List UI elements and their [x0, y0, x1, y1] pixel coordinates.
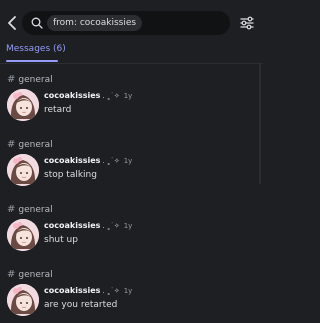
author-name[interactable]: cocoakissies: [44, 286, 100, 295]
channel-label: # general: [7, 74, 53, 85]
message-result[interactable]: # general cocoakissies. ˳˙✧ 1y retard: [0, 64, 263, 128]
message-text: stop talking: [44, 170, 97, 180]
hash-icon: #: [7, 269, 16, 280]
channel-name: general: [18, 140, 53, 150]
name-decoration: . ˳˙✧: [102, 222, 120, 230]
channel-label: # general: [7, 139, 53, 150]
message-meta: cocoakissies. ˳˙✧ 1y: [44, 156, 132, 165]
channel-name: general: [18, 205, 53, 215]
channel-label: # general: [7, 269, 53, 280]
hash-icon: #: [7, 74, 16, 85]
tab-messages[interactable]: Messages (6): [6, 44, 66, 54]
author-name[interactable]: cocoakissies: [44, 91, 100, 100]
message-results-list: # general cocoakissies. ˳˙✧ 1y retard # gen…: [0, 64, 263, 323]
timestamp: 1y: [123, 287, 133, 295]
name-decoration: . ˳˙✧: [102, 92, 120, 100]
message-text: are you retarted: [44, 300, 118, 310]
message-result[interactable]: # general cocoakissies. ˳˙✧ 1y shut up: [0, 194, 263, 258]
message-result[interactable]: # general cocoakissies. ˳˙✧ 1y are you ret…: [0, 259, 263, 323]
message-text: shut up: [44, 235, 78, 245]
message-meta: cocoakissies. ˳˙✧ 1y: [44, 286, 132, 295]
avatar[interactable]: [7, 219, 39, 251]
timestamp: 1y: [123, 92, 133, 100]
hash-icon: #: [7, 139, 16, 150]
tab-active-indicator: [6, 60, 58, 62]
chevron-left-icon[interactable]: [7, 16, 17, 30]
channel-name: general: [18, 270, 53, 280]
timestamp: 1y: [123, 222, 133, 230]
filter-sliders-icon[interactable]: [236, 12, 258, 34]
search-results-screen: from: cocoakissies Messages (6) # general: [0, 0, 263, 323]
name-decoration: . ˳˙✧: [102, 287, 120, 295]
message-meta: cocoakissies. ˳˙✧ 1y: [44, 221, 132, 230]
avatar[interactable]: [7, 154, 39, 186]
avatar[interactable]: [7, 89, 39, 121]
hash-icon: #: [7, 204, 16, 215]
message-text: retard: [44, 105, 72, 115]
timestamp: 1y: [123, 157, 133, 165]
message-result[interactable]: # general cocoakissies. ˳˙✧ 1y stop talkin…: [0, 129, 263, 193]
avatar[interactable]: [7, 284, 39, 316]
search-icon: [31, 17, 43, 29]
name-decoration: . ˳˙✧: [102, 157, 120, 165]
search-filter-chip[interactable]: from: cocoakissies: [47, 15, 143, 31]
results-tabs: Messages (6): [0, 38, 263, 64]
scrollbar[interactable]: [259, 64, 261, 184]
message-meta: cocoakissies. ˳˙✧ 1y: [44, 91, 132, 100]
search-input[interactable]: from: cocoakissies: [22, 11, 230, 35]
channel-name: general: [18, 75, 53, 85]
author-name[interactable]: cocoakissies: [44, 156, 100, 165]
author-name[interactable]: cocoakissies: [44, 221, 100, 230]
channel-label: # general: [7, 204, 53, 215]
